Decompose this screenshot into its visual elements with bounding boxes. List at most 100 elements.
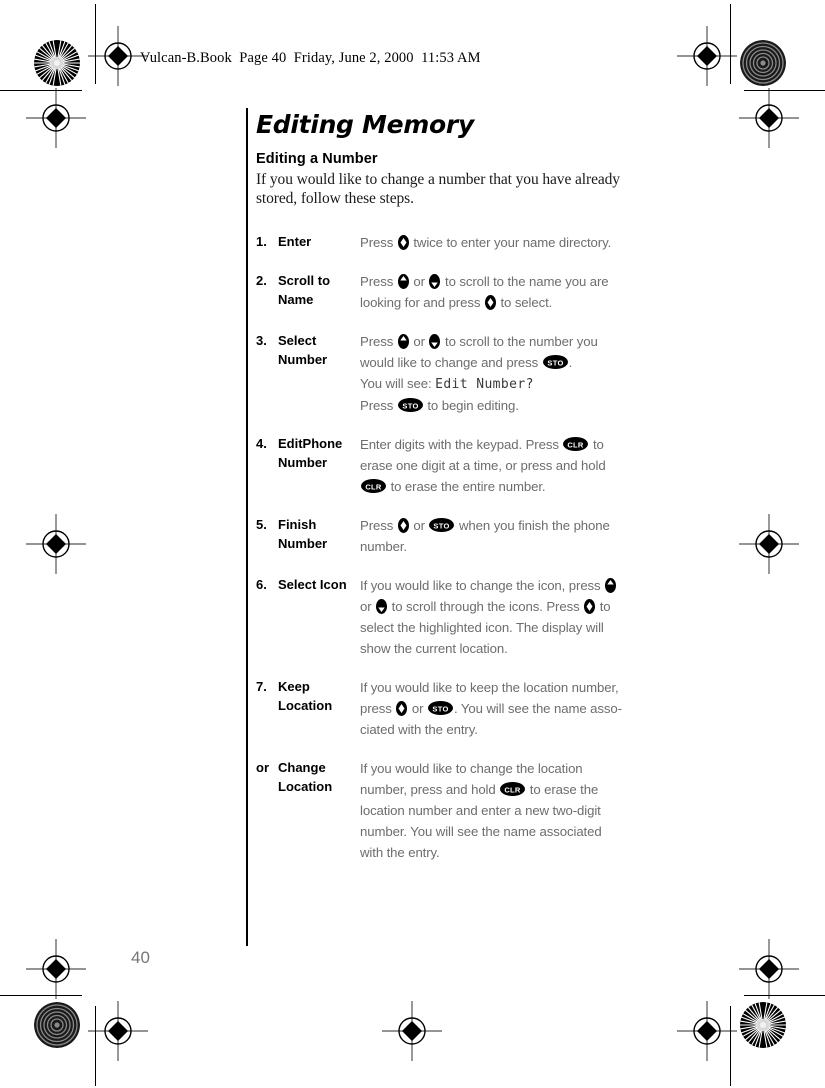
trim-line-left-vertical <box>95 4 96 84</box>
step-description: If you would like to change the location… <box>360 758 676 863</box>
print-target-rings-top-right <box>740 40 786 86</box>
step-description: Enter digits with the keypad. Press CLR … <box>360 434 676 497</box>
nav-down-icon <box>429 274 441 289</box>
section-heading: Editing a Number <box>256 151 378 167</box>
clr-key-icon: CLR <box>500 782 526 796</box>
step-description-line: select the highlighted icon. The display… <box>360 620 604 635</box>
step-description-line: show the current location. <box>360 641 508 656</box>
trim-line-bottom-left-vertical <box>95 1006 96 1086</box>
step-label: Select Icon <box>278 577 347 592</box>
svg-text:STO: STO <box>547 358 563 367</box>
step-row: 2. Scroll to Name Press or to scroll to th… <box>256 271 676 313</box>
svg-text:CLR: CLR <box>365 482 382 491</box>
step-number: 4. <box>256 436 267 451</box>
print-target-star-top-left <box>34 40 80 86</box>
step-label: Select Number <box>278 333 328 367</box>
step-description-line: Enter digits with the keypad. Press CLR … <box>360 437 604 452</box>
page-number: 40 <box>131 948 150 967</box>
nav-down-icon <box>429 334 441 349</box>
registration-mark-bottom-left-inner <box>88 1001 148 1061</box>
svg-text:STO: STO <box>432 704 448 713</box>
step-row: 1. Enter Press twice to enter your name di… <box>256 232 676 253</box>
step-description-line: looking for and press to select. <box>360 295 553 310</box>
step-label: Enter <box>278 234 312 249</box>
page-content: Editing Memory Editing a Number If you w… <box>256 108 676 881</box>
step-description-line: If you would like to change the location <box>360 761 583 776</box>
nav-select-icon <box>484 295 496 310</box>
step-row: 7. Keep Location If you would like to keep… <box>256 677 676 740</box>
step-description: If you would like to change the icon, pr… <box>360 575 676 659</box>
file-info-header: Vulcan-B.Book Page 40 Friday, June 2, 20… <box>140 50 481 66</box>
steps-list: 1. Enter Press twice to enter your name di… <box>256 232 676 863</box>
registration-mark-bottom-center <box>382 1001 442 1061</box>
clr-key-icon: CLR <box>563 437 589 451</box>
step-description-line: location number and enter a new two-digi… <box>360 803 601 818</box>
step-description-line: Press or to scroll to the name you are <box>360 274 609 289</box>
step-number: 7. <box>256 679 267 694</box>
registration-mark-bottom-right-inner <box>677 1001 737 1061</box>
step-number: 2. <box>256 273 267 288</box>
step-description-line: press or STO. You will see the name asso… <box>360 701 622 716</box>
registration-mark-bottom-left-outer <box>26 939 86 999</box>
step-description-line: If you would like to keep the location n… <box>360 680 619 695</box>
step-label: EditPhone Number <box>278 436 343 470</box>
step-description-line: If you would like to change the icon, pr… <box>360 575 676 596</box>
nav-down-icon <box>376 599 388 614</box>
registration-mark-top-right-outer <box>739 88 799 148</box>
step-description-line: would like to change and press STO. <box>360 355 573 370</box>
lcd-display-text: Edit Number? <box>435 377 534 392</box>
sto-key-icon: STO <box>542 355 568 369</box>
step-description: Press twice to enter your name directory… <box>360 232 676 253</box>
trim-line-right-vertical <box>730 4 731 84</box>
step-description-line: Press STO to begin editing. <box>360 398 519 413</box>
step-number: 6. <box>256 577 267 592</box>
step-description-line: number. <box>360 539 407 554</box>
step-label: Scroll to Name <box>278 273 331 307</box>
step-description-line: You will see: Edit Number? <box>360 376 534 392</box>
nav-up-icon <box>397 334 409 349</box>
sto-key-icon: STO <box>397 398 423 412</box>
intro-paragraph: If you would like to change a number tha… <box>256 171 620 207</box>
nav-up-icon <box>397 274 409 289</box>
registration-mark-top-right-inner <box>677 26 737 86</box>
step-description-line: CLR to erase the entire number. <box>360 476 676 497</box>
sto-key-icon: STO <box>427 701 453 715</box>
step-description-line: Press twice to enter your name directory… <box>360 235 612 250</box>
trim-line-top-right-horizontal <box>744 90 825 91</box>
page-title: Editing Memory <box>256 110 474 139</box>
registration-mark-bottom-right-outer <box>739 939 799 999</box>
clr-key-icon: CLR <box>361 479 386 493</box>
registration-mark-top-left-outer <box>26 88 86 148</box>
nav-select-icon <box>397 518 409 533</box>
print-target-star-bottom-right <box>740 1002 786 1048</box>
registration-mark-middle-right <box>739 514 799 574</box>
step-label: Keep Location <box>278 679 333 713</box>
step-row: 4. EditPhone Number Enter digits with the … <box>256 434 676 497</box>
trim-line-bottom-right-horizontal <box>744 995 825 996</box>
registration-mark-top-left-inner <box>88 26 148 86</box>
step-description-line: ciated with the entry. <box>360 722 478 737</box>
step-label: Finish Number <box>278 517 328 551</box>
step-description-line: or to scroll through the icons. Press to <box>360 599 611 614</box>
step-number: or <box>256 760 269 775</box>
step-description-line: Press or STO when you finish the phone <box>360 518 610 533</box>
step-row: 5. Finish Number Press or STO when you fin… <box>256 515 676 557</box>
print-target-rings-bottom-left <box>34 1002 80 1048</box>
step-row: or Change Location If you would like to ch… <box>256 758 676 863</box>
step-description-line: number. You will see the name associated <box>360 824 602 839</box>
svg-text:CLR: CLR <box>505 785 522 794</box>
step-description: Press or STO when you finish the phone nu… <box>360 515 676 557</box>
svg-text:STO: STO <box>402 401 418 410</box>
nav-up-icon <box>605 578 617 593</box>
step-description: Press or to scroll to the name you are lo… <box>360 271 676 313</box>
page-vertical-rule <box>246 108 248 946</box>
trim-line-top-left-horizontal <box>0 90 82 91</box>
step-row: 6. Select Icon If you would like to change… <box>256 575 676 659</box>
trim-line-bottom-left-horizontal <box>0 995 82 996</box>
step-label: Change Location <box>278 760 333 794</box>
registration-mark-middle-left <box>26 514 86 574</box>
step-description-line: Press or to scroll to the number you <box>360 334 598 349</box>
step-number: 5. <box>256 517 267 532</box>
step-number: 1. <box>256 234 267 249</box>
trim-line-bottom-right-vertical <box>730 1006 731 1086</box>
